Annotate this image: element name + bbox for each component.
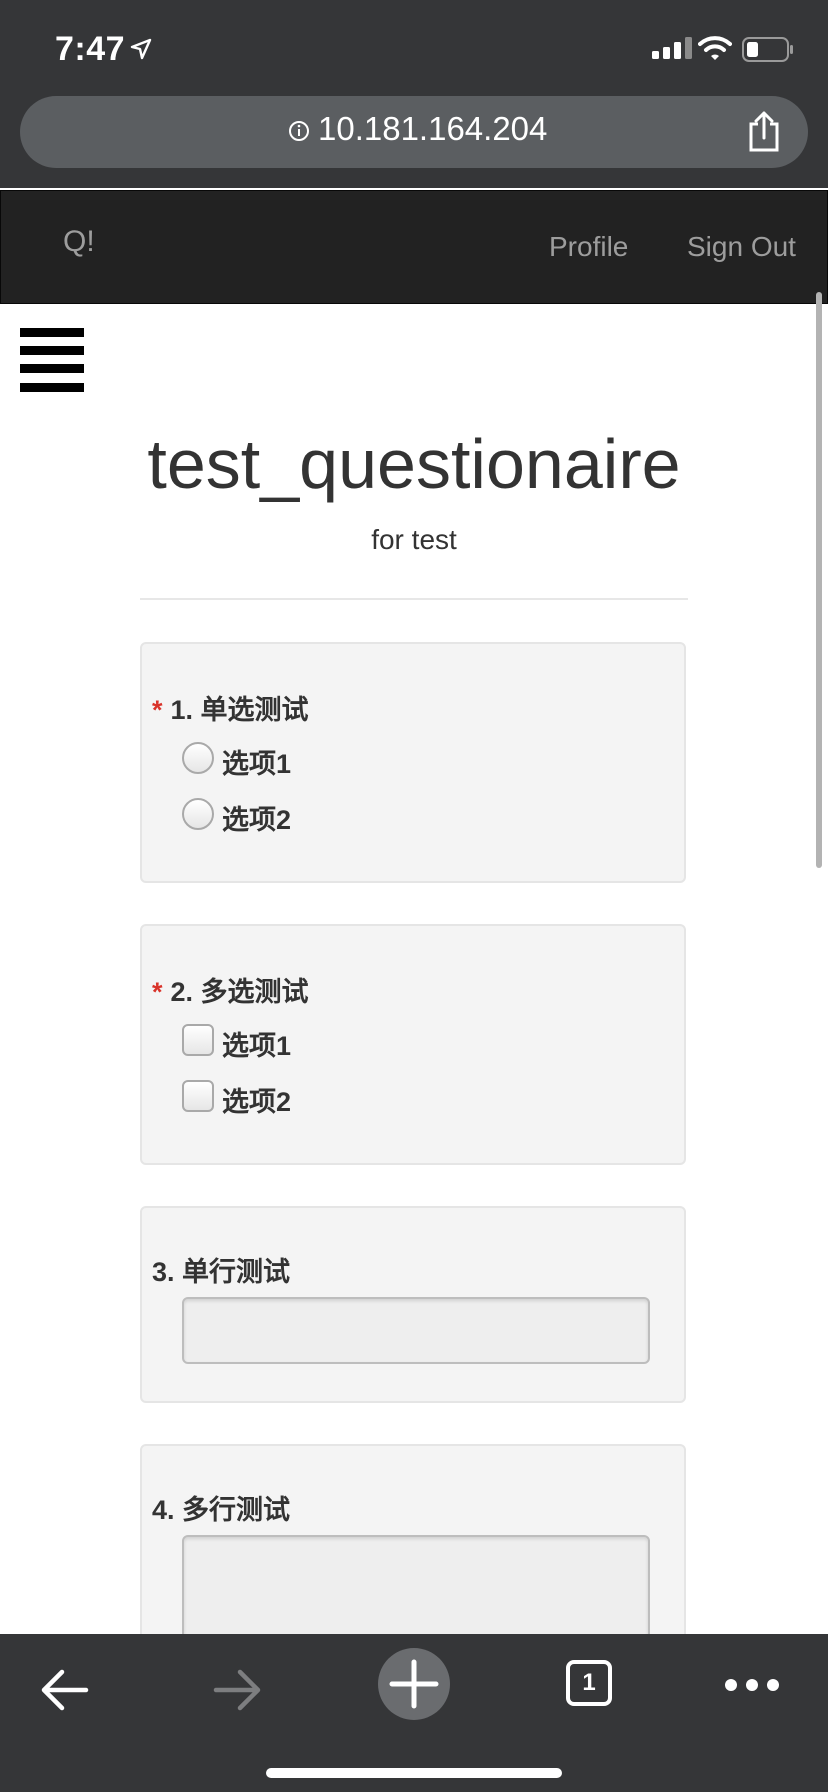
- required-mark: *: [152, 695, 163, 725]
- question-label: 3. 单行测试: [152, 1250, 290, 1289]
- tab-count-button[interactable]: 1: [566, 1660, 612, 1706]
- question-text: 3. 单行测试: [152, 1257, 291, 1287]
- option-label[interactable]: 选项1: [222, 1024, 291, 1063]
- page-scrollbar[interactable]: [816, 292, 822, 868]
- browser-top-chrome: 7:47 10.181.164.204: [0, 0, 828, 188]
- url-text[interactable]: 10.181.164.204: [318, 110, 547, 148]
- hamburger-menu-icon[interactable]: [20, 328, 84, 392]
- share-icon[interactable]: [746, 110, 782, 152]
- question-text: 4. 多行测试: [152, 1495, 291, 1525]
- question-label: * 1. 单选测试: [152, 688, 309, 727]
- question-text: 2. 多选测试: [170, 977, 309, 1007]
- checkbox[interactable]: [182, 1080, 214, 1112]
- screen: 7:47 10.181.164.204 Q! Profile Sign Out …: [0, 0, 828, 1792]
- required-mark: *: [152, 977, 163, 1007]
- question-card: * 2. 多选测试 选项1 选项2: [140, 924, 686, 1165]
- question-label: 4. 多行测试: [152, 1488, 290, 1527]
- radio-button[interactable]: [182, 742, 214, 774]
- location-arrow-icon: [130, 38, 152, 60]
- arrow-left-icon[interactable]: [38, 1668, 90, 1712]
- site-navbar: Q! Profile Sign Out: [0, 190, 828, 304]
- arrow-right-icon[interactable]: [212, 1668, 264, 1712]
- wifi-icon: [698, 36, 732, 60]
- nav-profile-link[interactable]: Profile: [549, 231, 628, 263]
- more-dots-icon[interactable]: [724, 1678, 780, 1692]
- battery-icon: [742, 37, 793, 62]
- cellular-signal-icon: [652, 37, 692, 59]
- nav-sign-out-link[interactable]: Sign Out: [687, 231, 796, 263]
- checkbox[interactable]: [182, 1024, 214, 1056]
- divider: [140, 598, 688, 600]
- plus-icon: [389, 1659, 439, 1709]
- new-tab-button[interactable]: [378, 1648, 450, 1720]
- option-label[interactable]: 选项2: [222, 1080, 291, 1119]
- page-title: test_questionaire: [147, 425, 681, 503]
- option-label[interactable]: 选项1: [222, 742, 291, 781]
- single-line-input[interactable]: [182, 1297, 650, 1364]
- question-card: * 1. 单选测试 选项1 选项2: [140, 642, 686, 883]
- question-card: 3. 单行测试: [140, 1206, 686, 1403]
- radio-button[interactable]: [182, 798, 214, 830]
- page-subtitle: for test: [371, 524, 457, 555]
- question-text: 1. 单选测试: [170, 695, 309, 725]
- info-icon[interactable]: [288, 120, 310, 142]
- option-label[interactable]: 选项2: [222, 798, 291, 837]
- brand-link[interactable]: Q!: [63, 225, 95, 259]
- address-bar[interactable]: 10.181.164.204: [20, 96, 808, 168]
- question-label: * 2. 多选测试: [152, 970, 309, 1009]
- home-indicator[interactable]: [266, 1768, 562, 1778]
- status-time: 7:47: [55, 30, 126, 68]
